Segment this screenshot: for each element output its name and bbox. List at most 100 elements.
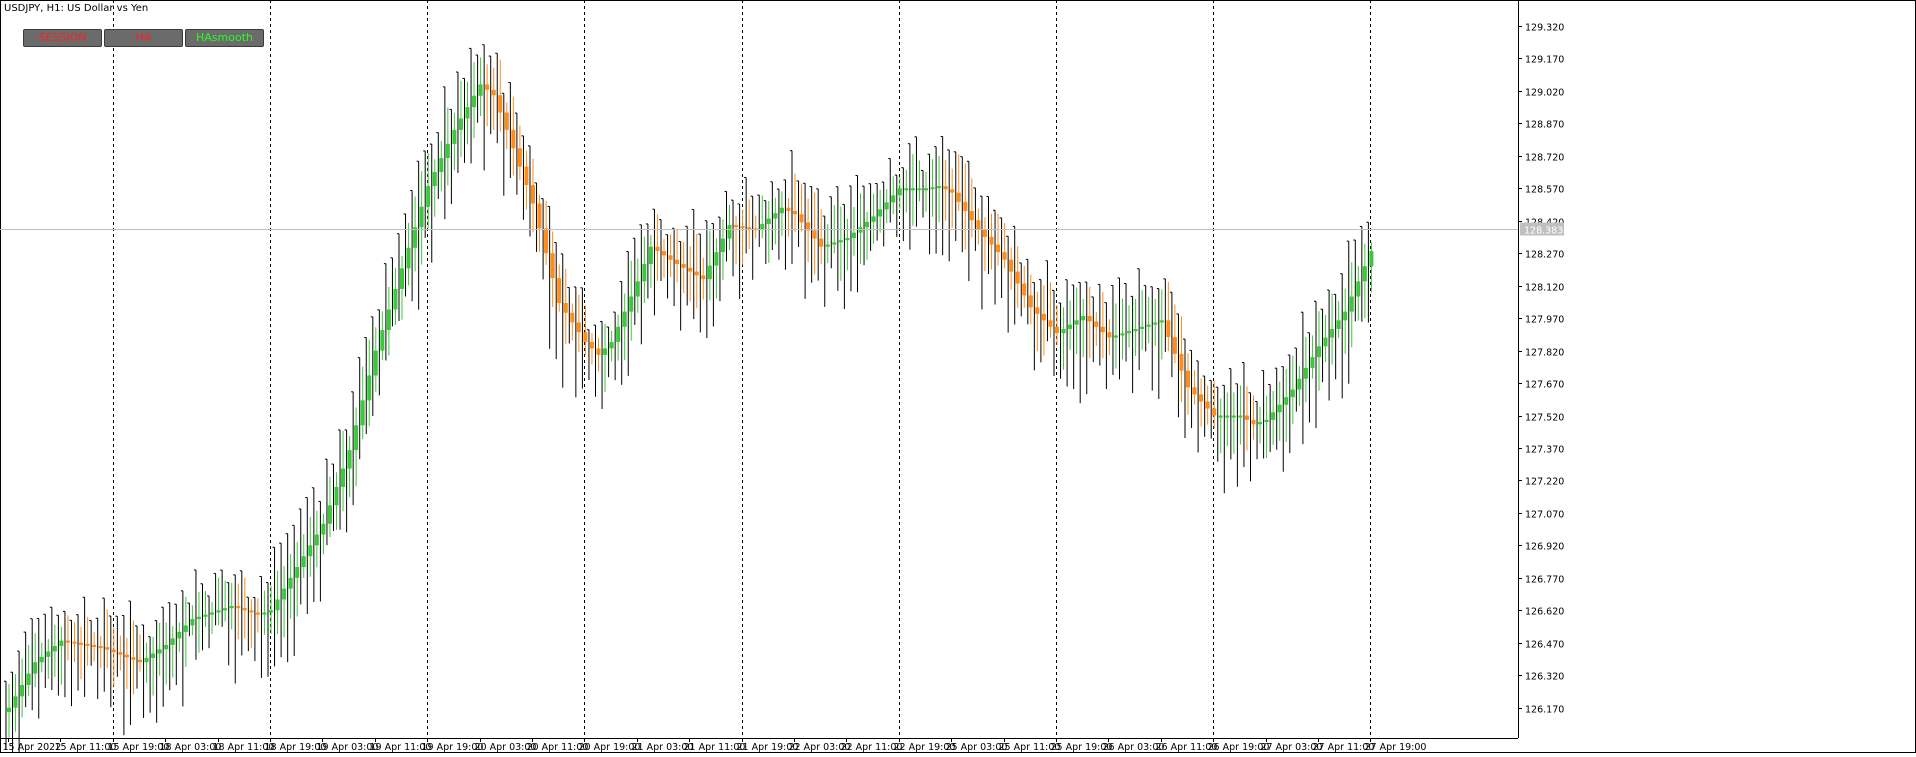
bull-candle [865,221,870,228]
bull-candle [924,188,928,191]
bear-candle [1251,419,1256,425]
bear-candle [98,646,103,649]
bull-candle [937,186,942,189]
hasmooth-button[interactable]: HAsmooth [185,29,264,47]
bear-candle [1094,321,1099,327]
y-tick-label: 127.970 [1525,315,1564,326]
bear-candle [1002,252,1007,260]
bull-candle [616,326,621,342]
bull-candle [1146,324,1151,327]
bull-candle [282,588,287,600]
bear-candle [72,641,77,644]
bear-candle [242,608,247,611]
bull-candle [196,616,201,619]
bull-candle [327,505,332,524]
bull-candle [432,172,437,187]
y-tick-label: 128.870 [1525,120,1564,131]
bear-candle [1205,401,1210,409]
bull-candle [1303,367,1308,379]
y-tick-label: 129.170 [1525,55,1564,66]
bull-candle [1120,333,1125,336]
bull-candle [314,534,319,546]
bull-candle [1323,337,1328,347]
bull-candle [210,612,215,615]
bear-candle [537,203,542,229]
bull-candle [1258,422,1263,425]
bull-candle [1297,378,1302,390]
bull-candle [33,662,38,674]
bull-candle [1225,415,1230,418]
bull-candle [1061,328,1066,334]
y-tick-label: 126.920 [1525,542,1564,553]
y-tick-label: 127.070 [1525,510,1564,521]
bear-candle [118,652,123,655]
y-tick-label: 126.470 [1525,640,1564,651]
bull-candle [1317,346,1321,358]
bear-candle [793,211,797,215]
bear-candle [701,275,706,280]
bull-candle [46,651,51,657]
bear-candle [249,610,254,613]
bull-candle [635,281,640,297]
bull-candle [190,618,195,626]
bull-candle [151,653,156,658]
bull-candle [1369,251,1374,267]
bull-candle [642,264,647,282]
bear-candle [255,612,260,615]
bear-candle [963,201,968,212]
bull-candle [1127,331,1132,334]
bear-candle [576,322,581,333]
ha-button[interactable]: HA [104,29,183,47]
bull-candle [275,599,280,611]
bull-candle [1284,397,1289,405]
bull-candle [707,265,712,280]
bear-candle [124,654,129,658]
x-tick-label: 27 Apr 19:00 [1365,742,1427,753]
bull-candle [917,188,922,191]
y-tick-label: 126.770 [1525,575,1564,586]
bear-candle [1179,353,1184,371]
bear-candle [589,341,594,349]
bull-candle [1336,320,1341,329]
bull-candle [825,244,830,247]
bull-candle [183,625,188,632]
bull-candle [1290,389,1295,398]
chart-title: USDJPY, H1: US Dollar vs Yen [4,3,149,14]
bull-candle [714,252,719,266]
bear-candle [969,211,974,221]
bull-candle [609,341,614,349]
bull-candle [629,296,634,312]
price-chart[interactable]: 129.320 129.170 129.020 128.870 128.720 128.5… [0,0,1916,757]
bear-candle [550,253,555,279]
bull-candle [39,656,44,663]
bear-candle [812,230,817,239]
bear-candle [544,228,549,254]
bull-candle [760,223,765,230]
bull-candle [910,188,915,191]
bull-candle [20,684,25,697]
bull-candle [380,330,385,351]
bear-candle [675,259,680,265]
bull-candle [1356,281,1361,297]
bull-candle [1231,415,1236,418]
y-tick-label: 128.270 [1525,250,1564,261]
bull-candle [269,610,273,613]
x-tick-label: 15 Apr 2022 [3,742,62,753]
bear-candle [105,647,110,650]
session-button[interactable]: SESSION [23,29,102,47]
bull-candle [1271,412,1276,420]
bear-candle [524,166,529,186]
bear-candle [1055,326,1059,334]
bear-candle [1035,307,1040,314]
bear-candle [531,185,535,204]
bear-candle [734,225,739,228]
bull-candle [720,238,725,253]
bull-candle [203,614,208,617]
bear-candle [982,229,987,237]
bull-candle [295,567,300,578]
bull-candle [321,523,326,535]
bear-candle [557,278,562,303]
bear-candle [563,302,568,313]
y-tick-label: 129.320 [1525,23,1564,34]
bull-candle [478,84,483,96]
